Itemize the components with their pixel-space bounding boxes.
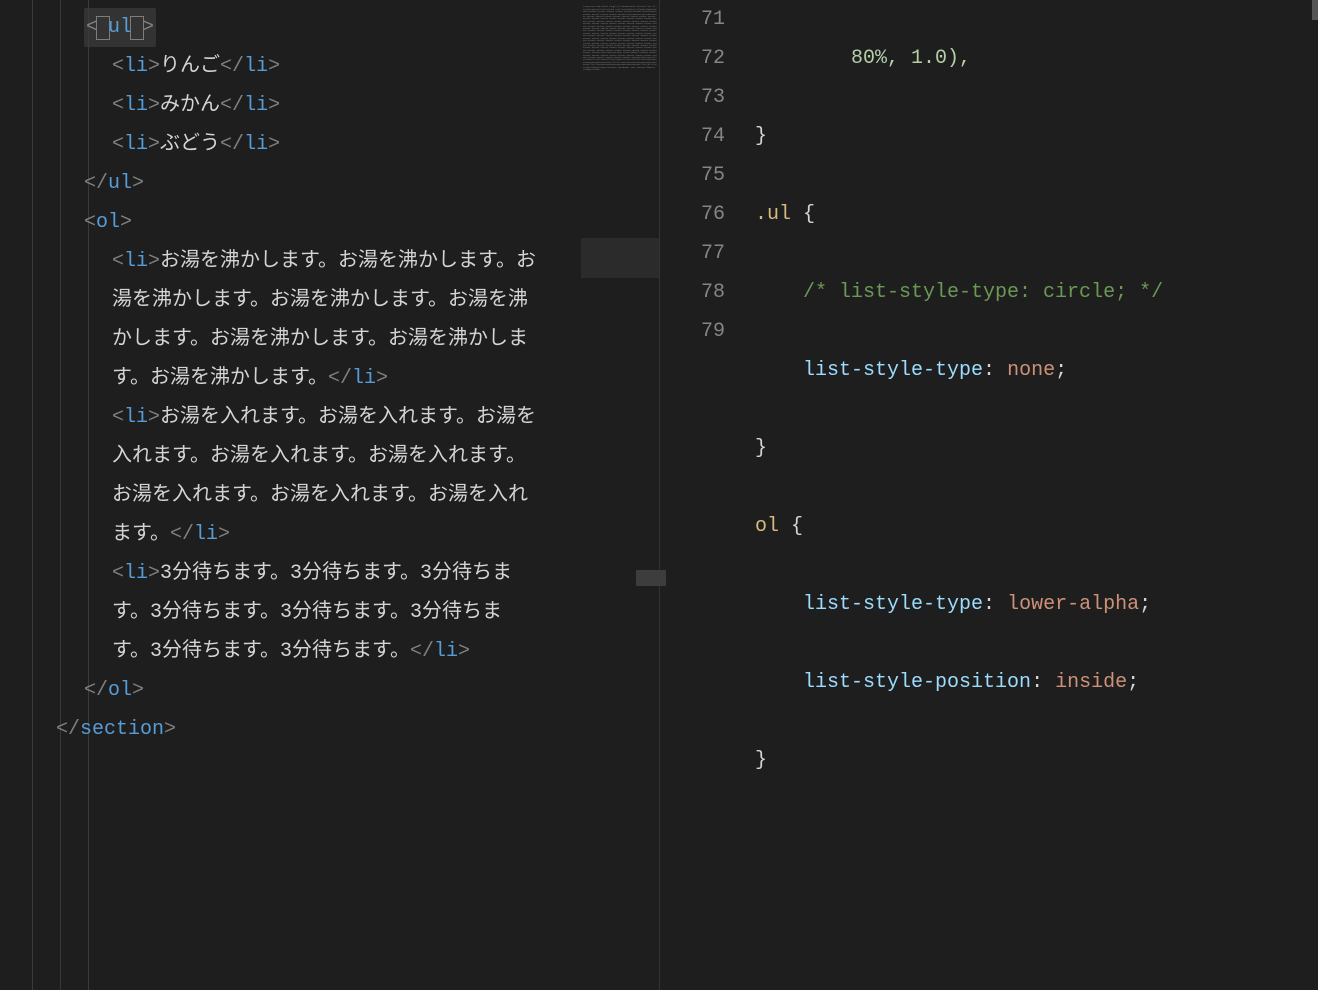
tag-ul-open: ul xyxy=(108,16,132,39)
line-number: 76 xyxy=(660,195,725,234)
code-line[interactable]: <li>3分待ちます。3分待ちます。3分待ちます。3分待ちます。3分待ちます。3… xyxy=(28,554,539,671)
tag-ol-close: ol xyxy=(108,679,132,702)
css-property: list-style-type xyxy=(803,359,983,382)
line-number: 74 xyxy=(660,117,725,156)
line-number: 79 xyxy=(660,312,725,351)
code-line[interactable]: } xyxy=(755,117,1318,156)
list-item-text: ぶどう xyxy=(160,133,220,156)
tag-section-close: section xyxy=(80,718,164,741)
css-property: list-style-position xyxy=(803,671,1031,694)
minimap-viewport[interactable] xyxy=(581,238,659,278)
css-value: inside xyxy=(1055,671,1127,694)
line-number: 77 xyxy=(660,234,725,273)
list-item-text: りんご xyxy=(160,55,220,78)
code-line[interactable]: list-style-position: inside; xyxy=(755,663,1318,702)
css-selector: .ul xyxy=(755,203,791,226)
code-line[interactable]: <li>お湯を沸かします。お湯を沸かします。お湯を沸かします。お湯を沸かします。… xyxy=(28,242,539,398)
css-value: none xyxy=(1007,359,1055,382)
code-line[interactable]: .ul { xyxy=(755,195,1318,234)
code-line[interactable]: <ol> xyxy=(28,203,539,242)
css-property: list-style-type xyxy=(803,593,983,616)
code-line[interactable]: </section> xyxy=(28,710,539,749)
line-number-gutter: 71 72 73 74 75 76 77 78 79 xyxy=(660,0,755,990)
minimap[interactable]: <!DOCTYPE html><html lang="ja"><head><me… xyxy=(581,0,659,990)
code-line[interactable]: list-style-type: none; xyxy=(755,351,1318,390)
line-number: 78 xyxy=(660,273,725,312)
code-line[interactable]: <li>ぶどう</li> xyxy=(28,125,539,164)
code-line[interactable]: <li>お湯を入れます。お湯を入れます。お湯を入れます。お湯を入れます。お湯を入… xyxy=(28,398,539,554)
line-number: 75 xyxy=(660,156,725,195)
line-number: 71 xyxy=(660,0,725,39)
code-line[interactable]: <ul> xyxy=(28,8,539,47)
tag-ul-close: ul xyxy=(108,172,132,195)
code-line[interactable]: </ul> xyxy=(28,164,539,203)
code-line[interactable]: } xyxy=(755,741,1318,780)
editor-pane-left[interactable]: <ul> <li>りんご</li> <li>みかん</li> <li>ぶどう</… xyxy=(0,0,660,990)
code-line[interactable]: <li>みかん</li> xyxy=(28,86,539,125)
line-number: 73 xyxy=(660,78,725,117)
code-line[interactable]: </ol> xyxy=(28,671,539,710)
editor-pane-right[interactable]: 71 72 73 74 75 76 77 78 79 80%, 1.0), } … xyxy=(660,0,1318,990)
css-value: lower-alpha xyxy=(1007,593,1139,616)
list-item-text: みかん xyxy=(160,94,220,117)
code-line[interactable]: <li>りんご</li> xyxy=(28,47,539,86)
list-item-text: お湯を沸かします。お湯を沸かします。お湯を沸かします。お湯を沸かします。お湯を沸… xyxy=(112,250,536,390)
line-number: 72 xyxy=(660,39,725,78)
scrollbar-thumb[interactable] xyxy=(1312,0,1318,20)
tag-ol-open: ol xyxy=(96,211,120,234)
code-line[interactable]: 80%, 1.0), xyxy=(755,39,1318,78)
css-comment: /* list-style-type: circle; */ xyxy=(803,281,1163,304)
code-line[interactable]: list-style-type: lower-alpha; xyxy=(755,585,1318,624)
code-line[interactable]: /* list-style-type: circle; */ xyxy=(755,273,1318,312)
code-content-html[interactable]: <ul> <li>りんご</li> <li>みかん</li> <li>ぶどう</… xyxy=(0,0,659,749)
minimap-content: <!DOCTYPE html><html lang="ja"><head><me… xyxy=(581,0,659,78)
code-line[interactable]: ol { xyxy=(755,507,1318,546)
code-content-css[interactable]: 80%, 1.0), } .ul { /* list-style-type: c… xyxy=(755,0,1318,990)
css-selector: ol xyxy=(755,515,779,538)
code-line[interactable]: } xyxy=(755,429,1318,468)
